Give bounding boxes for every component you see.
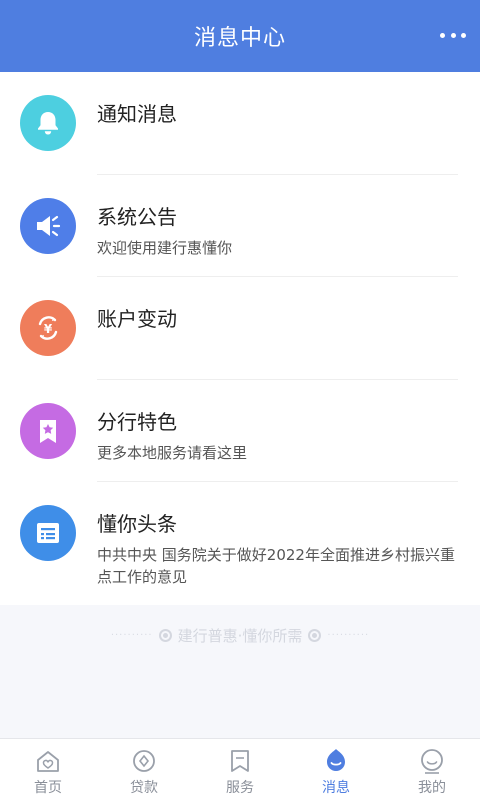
page-title: 消息中心	[193, 26, 286, 51]
more-options-button[interactable]	[440, 30, 466, 40]
svg-text:¥: ¥	[44, 322, 53, 336]
more-dot-icon	[450, 32, 456, 38]
bottom-tab-bar: 首页 贷款 服务 消息 我的	[0, 738, 480, 800]
tab-service[interactable]: 服务	[192, 739, 288, 800]
more-dot-icon	[461, 32, 466, 38]
message-list: 通知消息 系统公告 欢迎使用建行惠懂你 ¥ 账户变动 分行特色 更多本地服务请看…	[0, 72, 480, 605]
tab-profile[interactable]: 我的	[384, 739, 480, 800]
tab-home[interactable]: 首页	[0, 739, 96, 800]
more-dot-icon	[440, 32, 445, 38]
tab-loan[interactable]: 贷款	[96, 739, 192, 800]
slogan-text: 建行普惠·懂你所需	[177, 627, 303, 645]
tab-label: 我的	[418, 780, 446, 796]
bell-icon	[20, 95, 76, 151]
item-subtitle: 中共中央 国务院关于做好2022年全面推进乡村振兴重点工作的意见	[97, 546, 455, 586]
item-title: 系统公告	[97, 204, 177, 229]
yuan-exchange-icon: ¥	[20, 300, 76, 356]
item-subtitle: 欢迎使用建行惠懂你	[97, 238, 233, 257]
list-item-announcement[interactable]: 系统公告 欢迎使用建行惠懂你	[0, 175, 480, 278]
item-title: 懂你头条	[97, 512, 177, 536]
tab-label: 消息	[322, 780, 350, 796]
service-icon	[231, 750, 249, 772]
tab-messages[interactable]: 消息	[288, 739, 384, 800]
item-title: 账户变动	[97, 307, 177, 331]
item-title: 分行特色	[97, 409, 177, 434]
item-title: 通知消息	[97, 102, 177, 126]
tab-label: 服务	[226, 780, 254, 796]
news-icon	[20, 505, 76, 561]
home-icon	[37, 751, 59, 772]
profile-icon	[421, 749, 443, 774]
message-icon	[327, 749, 345, 771]
tab-label: 贷款	[130, 780, 158, 796]
ring-decoration-icon	[158, 629, 172, 642]
list-item-notification[interactable]: 通知消息	[0, 72, 480, 175]
footer-slogan: ·········· 建行普惠·懂你所需 ··········	[0, 625, 480, 646]
dots-decoration-icon: ··········	[110, 630, 153, 641]
list-item-branch-features[interactable]: 分行特色 更多本地服务请看这里	[0, 380, 480, 483]
header-bar: 消息中心	[0, 0, 480, 72]
ring-decoration-icon	[308, 629, 322, 642]
dots-decoration-icon: ··········	[327, 630, 370, 641]
loan-icon	[133, 750, 155, 772]
star-ribbon-icon	[20, 402, 76, 459]
list-item-account-change[interactable]: ¥ 账户变动	[0, 277, 480, 380]
megaphone-icon	[20, 197, 76, 254]
list-item-headlines[interactable]: 懂你头条 中共中央 国务院关于做好2022年全面推进乡村振兴重点工作的意见	[0, 482, 480, 586]
item-subtitle: 更多本地服务请看这里	[97, 443, 248, 462]
tab-label: 首页	[34, 780, 62, 796]
